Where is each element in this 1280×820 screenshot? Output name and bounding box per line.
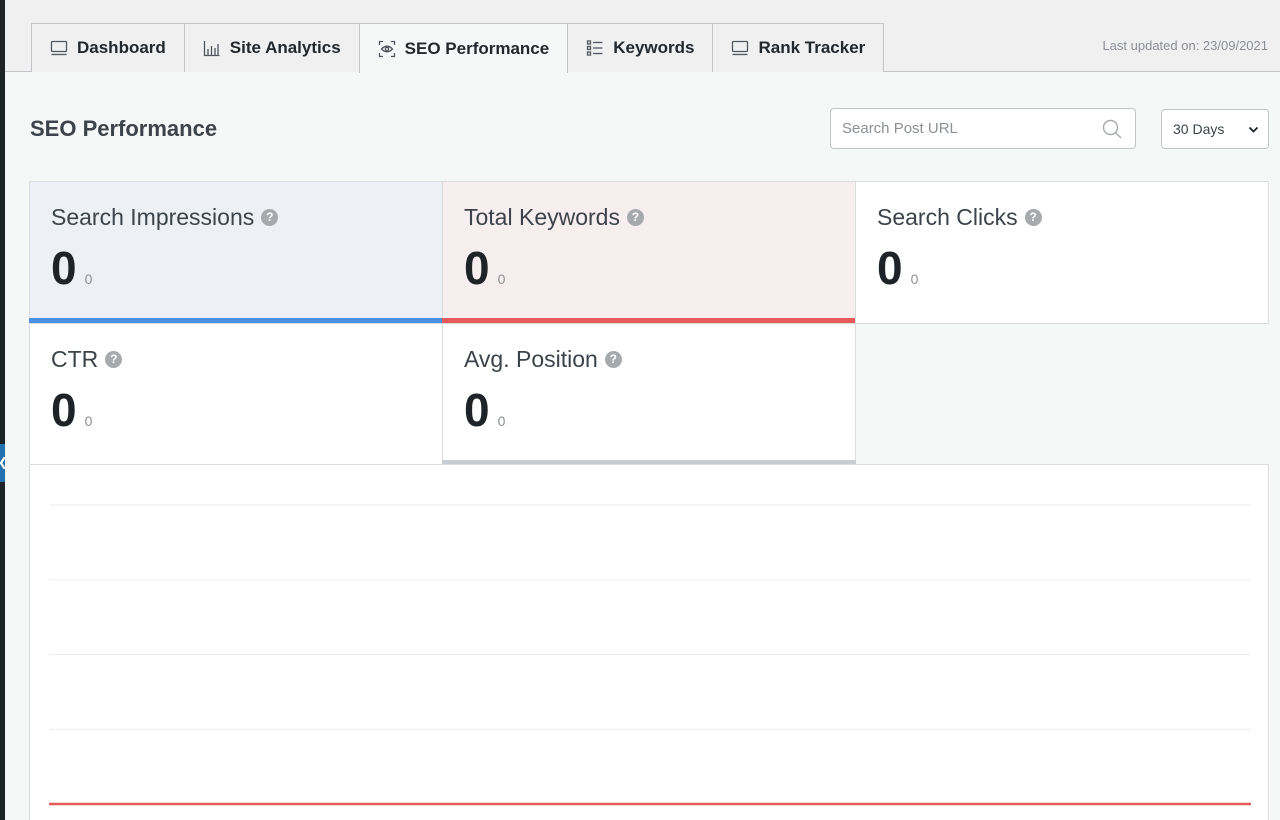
performance-chart-svg: [49, 504, 1251, 806]
tab-label: Dashboard: [77, 38, 166, 57]
stat-label-text: CTR: [51, 346, 99, 372]
date-range-value: 30 Days: [1173, 121, 1225, 137]
tab-keywords[interactable]: Keywords: [567, 23, 714, 72]
stat-label-text: Search Impressions: [51, 204, 255, 230]
performance-chart: [29, 464, 1269, 820]
stat-search-clicks[interactable]: Search Clicks? 00: [855, 181, 1269, 324]
help-icon[interactable]: ?: [261, 209, 279, 226]
tab-label: Keywords: [613, 38, 695, 57]
date-range-select[interactable]: 30 Days: [1161, 109, 1269, 149]
tab-seo-performance[interactable]: SEO Performance: [358, 23, 569, 73]
eye-scan-icon: [378, 40, 395, 57]
stat-delta: 0: [84, 271, 93, 287]
search-post-url: [830, 108, 1136, 149]
help-icon[interactable]: ?: [604, 351, 622, 368]
tab-bar: Dashboard Site Analytics SEO Performance…: [5, 0, 1280, 73]
search-icon[interactable]: [1101, 118, 1123, 140]
stat-value: 0: [464, 242, 490, 294]
stat-value: 0: [464, 384, 490, 436]
stat-label: CTR?: [51, 346, 442, 373]
tab-dashboard[interactable]: Dashboard: [31, 23, 185, 72]
stat-value: 0: [877, 242, 903, 294]
chevron-down-icon: [1248, 126, 1259, 133]
page-title: SEO Performance: [30, 116, 218, 141]
tab-label: SEO Performance: [404, 38, 550, 58]
stat-ctr[interactable]: CTR? 00: [29, 323, 443, 466]
stat-label: Avg. Position?: [464, 346, 855, 373]
stat-search-impressions[interactable]: Search Impressions? 00: [29, 181, 443, 324]
tab-rank-tracker[interactable]: Rank Tracker: [712, 23, 885, 72]
stat-delta: 0: [910, 271, 919, 287]
tab-label: Rank Tracker: [758, 38, 866, 57]
monitor-icon: [732, 40, 749, 56]
stat-delta: 0: [84, 413, 93, 429]
last-updated-text: Last updated on: 23/09/2021: [1102, 38, 1268, 53]
bar-chart-icon: [203, 41, 220, 57]
help-icon[interactable]: ?: [626, 209, 644, 226]
help-icon[interactable]: ?: [105, 351, 123, 368]
stat-delta: 0: [497, 413, 506, 429]
stat-label-text: Avg. Position: [464, 346, 598, 372]
chevron-left-icon: ❮: [0, 455, 8, 469]
stat-value: 0: [51, 242, 77, 294]
collapse-toggle[interactable]: ❮: [0, 444, 8, 482]
search-input[interactable]: [831, 109, 1101, 148]
stat-label-text: Search Clicks: [877, 204, 1018, 230]
monitor-icon: [50, 40, 68, 56]
stat-label-text: Total Keywords: [464, 204, 620, 230]
list-icon: [587, 40, 603, 56]
stat-label: Total Keywords?: [464, 204, 855, 231]
stat-label: Search Clicks?: [877, 204, 1268, 231]
admin-sidebar-edge: [0, 0, 5, 820]
stat-label: Search Impressions?: [51, 204, 442, 231]
tab-label: Site Analytics: [229, 38, 341, 57]
tab-site-analytics[interactable]: Site Analytics: [183, 23, 360, 72]
stat-value: 0: [51, 384, 77, 436]
stats-grid: Search Impressions? 00 Total Keywords? 0…: [29, 181, 1269, 466]
help-icon[interactable]: ?: [1024, 209, 1042, 226]
stat-delta: 0: [497, 271, 506, 287]
stat-avg-position[interactable]: Avg. Position? 00: [442, 323, 856, 466]
stat-total-keywords[interactable]: Total Keywords? 00: [442, 181, 856, 324]
